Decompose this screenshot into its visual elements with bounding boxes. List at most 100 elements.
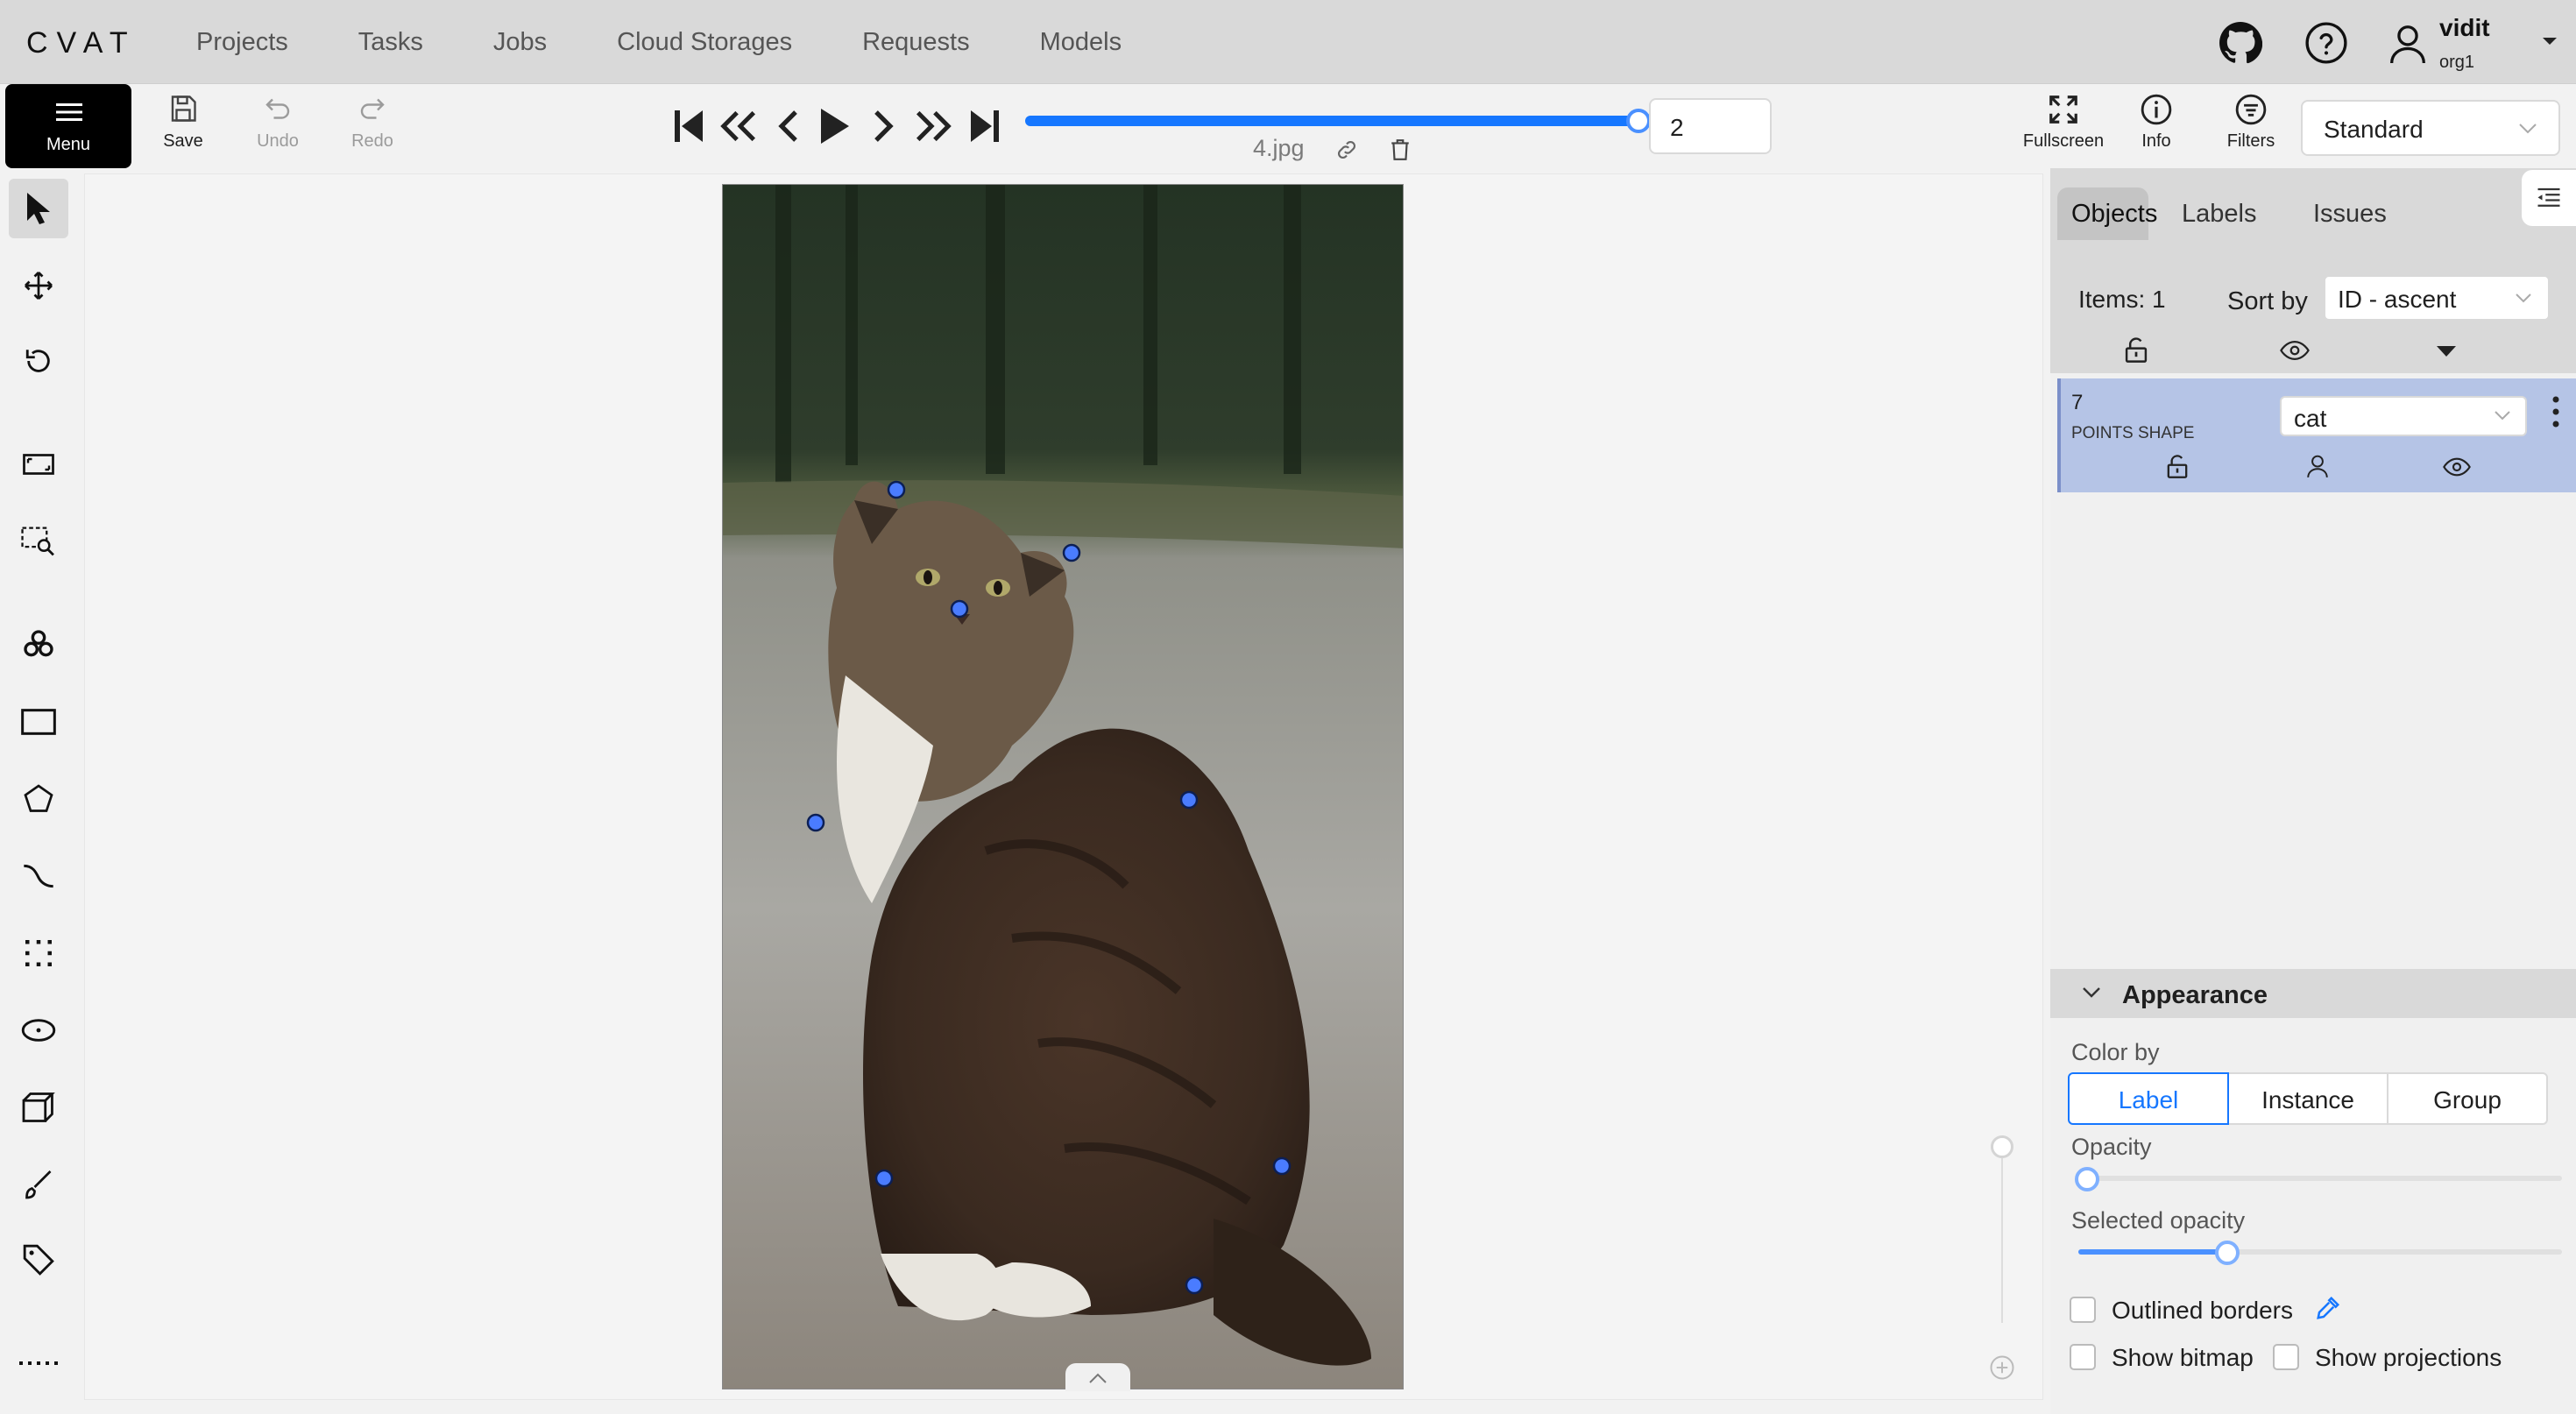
nav-requests[interactable]: Requests [862,28,970,57]
lock-all-icon[interactable] [2124,336,2148,363]
controls-sidebar [0,168,77,1414]
filter-icon [2235,94,2267,125]
user-icon[interactable] [2388,23,2427,65]
eye-icon[interactable] [2443,457,2471,477]
draw-polygon-tool[interactable] [9,769,68,829]
tab-issues[interactable]: Issues [2313,187,2401,240]
filters-button[interactable]: Filters [2203,93,2299,163]
chevron-down-icon [2495,411,2510,421]
nav-cloud-storages[interactable]: Cloud Storages [617,28,792,57]
prev-frame-icon[interactable] [775,109,799,144]
opacity-slider-thumb[interactable] [2075,1167,2099,1191]
first-frame-icon[interactable] [673,109,704,144]
draw-ellipse-tool[interactable] [9,1000,68,1060]
workspace-select[interactable]: Standard [2301,100,2560,156]
play-icon[interactable] [818,107,852,145]
nav-jobs[interactable]: Jobs [493,28,547,57]
frame-slider-track[interactable] [1025,116,1638,126]
draw-cuboid-tool[interactable] [9,1078,68,1137]
tab-labels[interactable]: Labels [2182,187,2269,240]
fast-forward-icon[interactable] [913,109,953,144]
draw-points-tool[interactable] [9,923,68,983]
object-id: 7 [2071,391,2084,414]
sort-value: ID - ascent [2338,286,2457,313]
frame-image[interactable] [722,184,1404,1389]
kebab-menu-icon[interactable] [2551,394,2560,429]
setup-tag-tool[interactable] [9,1230,68,1290]
lock-icon[interactable] [2166,454,2189,478]
color-by-label-option[interactable]: Label [2068,1072,2229,1125]
next-frame-icon[interactable] [873,109,897,144]
chevron-down-icon[interactable] [2541,35,2558,47]
save-button[interactable]: Save [144,93,223,163]
keypoint [887,480,906,499]
zoom-slider-thumb[interactable] [1991,1135,2013,1158]
info-icon [2141,94,2172,125]
color-by-group-option[interactable]: Group [2387,1072,2548,1125]
link-icon[interactable] [1335,138,1358,161]
rotate-icon [25,350,50,372]
frame-filename: 4.jpg [1253,135,1305,161]
sidebar-tabs: Objects Labels Issues [2050,168,2576,259]
bottom-panel-toggle[interactable] [1065,1363,1130,1391]
nav-models[interactable]: Models [1040,28,1122,57]
tab-objects[interactable]: Objects [2057,187,2157,240]
show-projections-checkbox[interactable] [2273,1344,2299,1370]
rotate-tool[interactable] [9,331,68,391]
fast-backward-icon[interactable] [718,109,759,144]
move-tool[interactable] [9,256,68,315]
color-by-label: Color by [2071,1039,2160,1065]
more-tools[interactable] [9,1333,68,1393]
draw-mask-tool[interactable] [9,1155,68,1214]
fullscreen-label: Fullscreen [2022,131,2105,151]
color-by-instance-option[interactable]: Instance [2227,1072,2388,1125]
outlined-borders-checkbox[interactable] [2070,1297,2096,1323]
delete-icon[interactable] [1390,138,1411,161]
last-frame-icon[interactable] [969,109,1001,144]
show-bitmap-checkbox[interactable] [2070,1344,2096,1370]
caret-down-icon[interactable] [2436,345,2457,357]
nav-tasks[interactable]: Tasks [358,28,423,57]
object-type: POINTS SHAPE [2071,424,2195,442]
zoom-in-icon[interactable] [1989,1354,2015,1381]
draw-rectangle-tool[interactable] [9,692,68,752]
sort-select[interactable]: ID - ascent [2324,275,2550,321]
github-icon[interactable] [2219,21,2262,65]
opacity-label: Opacity [2071,1134,2152,1160]
ai-tools[interactable] [9,615,68,675]
info-button[interactable]: Info [2108,93,2204,163]
pin-icon[interactable] [2306,454,2329,478]
appearance-panel: Appearance Color by Label Instance Group… [2050,969,2576,1414]
fit-image-tool[interactable] [9,435,68,494]
cursor-tool[interactable] [9,179,68,238]
object-label-select[interactable]: cat [2280,396,2527,436]
user-name[interactable]: vidit [2439,14,2490,42]
eyedropper-icon[interactable] [2315,1295,2341,1321]
selected-opacity-label: Selected opacity [2071,1207,2246,1234]
cursor-icon [27,193,50,224]
undo-button[interactable]: Undo [238,93,317,163]
help-icon[interactable] [2304,21,2348,65]
points-shape[interactable] [723,185,1404,1389]
appearance-header[interactable]: Appearance [2050,969,2576,1018]
object-item[interactable]: 7 POINTS SHAPE cat [2057,378,2576,492]
eye-icon[interactable] [2280,340,2310,361]
appearance-title: Appearance [2122,981,2268,1009]
filters-label: Filters [2226,131,2275,151]
zoom-slider-track[interactable] [2001,1156,2003,1323]
redo-button[interactable]: Redo [333,93,412,163]
frame-number-input[interactable]: 2 [1649,98,1772,154]
menu-button[interactable]: Menu [5,84,131,168]
fullscreen-button[interactable]: Fullscreen [2015,93,2112,163]
cvat-logo[interactable]: CVAT [26,26,137,60]
sidebar-collapse-button[interactable] [2522,170,2576,226]
zoom-region-tool[interactable] [9,512,68,571]
keypoint [874,1169,894,1188]
nav-projects[interactable]: Projects [196,28,288,57]
opacity-slider-track[interactable] [2078,1176,2562,1181]
draw-polyline-tool[interactable] [9,846,68,906]
cvat-app: CVAT Projects Tasks Jobs Cloud Storages … [0,0,2576,1414]
selected-opacity-slider-thumb[interactable] [2215,1241,2240,1265]
frame-slider-thumb[interactable] [1626,109,1651,133]
info-label: Info [2141,131,2171,151]
